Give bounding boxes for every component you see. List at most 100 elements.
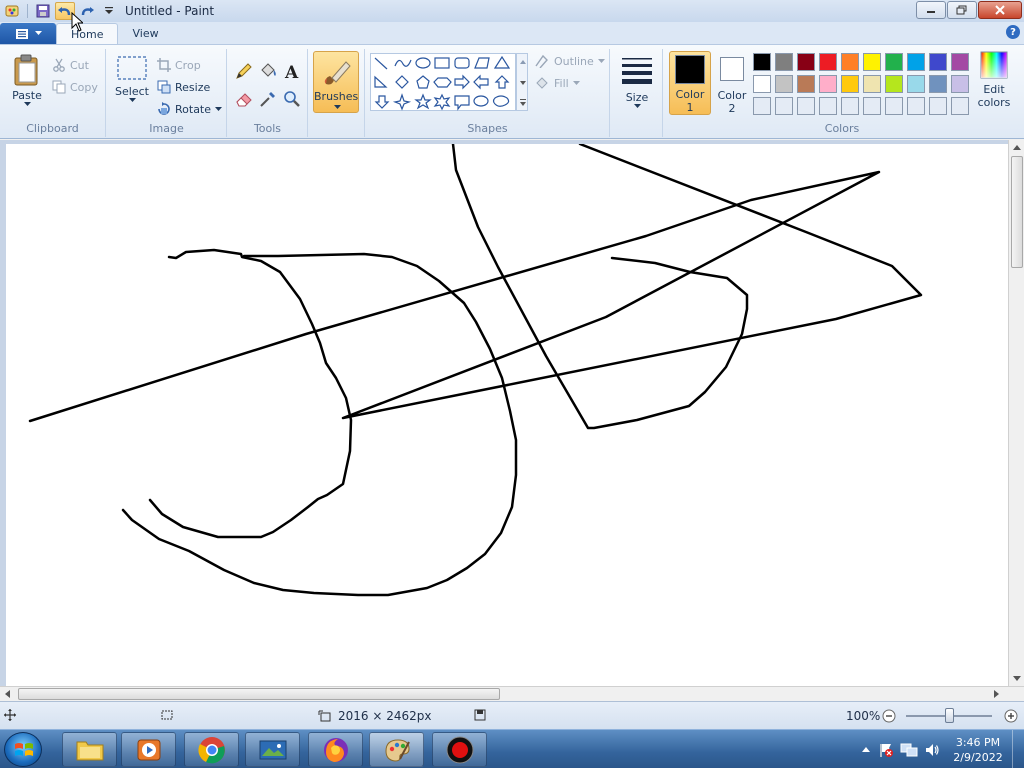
palette-color-orange[interactable] (841, 53, 859, 71)
color-palette (753, 53, 969, 115)
palette-color-indigo[interactable] (929, 53, 947, 71)
palette-custom-4[interactable] (819, 97, 837, 115)
color1-label: Color (675, 88, 705, 101)
cut-label: Cut (70, 58, 89, 72)
action-center-flag-icon[interactable] (878, 742, 894, 758)
taskbar-explorer[interactable] (62, 732, 117, 767)
text-tool-icon[interactable]: A (282, 61, 302, 81)
paste-button[interactable]: Paste (8, 53, 46, 107)
status-bar: 2016 × 2462px 100% (0, 701, 1024, 729)
drawing-canvas[interactable] (6, 144, 1008, 686)
show-desktop-button[interactable] (1012, 730, 1024, 768)
palette-color-gold[interactable] (841, 75, 859, 93)
show-hidden-icons-icon[interactable] (862, 746, 870, 754)
resize-button[interactable]: Resize (157, 77, 210, 97)
fill-button[interactable]: Fill (534, 73, 580, 93)
zoom-slider-thumb[interactable] (945, 708, 954, 723)
palette-custom-2[interactable] (775, 97, 793, 115)
zoom-out-icon[interactable] (882, 709, 896, 723)
paint-menu-button[interactable] (0, 23, 56, 44)
customize-qat-chevron-icon[interactable] (99, 2, 119, 20)
help-icon[interactable]: ? (1006, 25, 1020, 39)
qat-separator (27, 4, 28, 18)
palette-color-light-turquoise[interactable] (907, 75, 925, 93)
menu-icon (15, 28, 28, 39)
palette-custom-1[interactable] (753, 97, 771, 115)
palette-color-rose[interactable] (819, 75, 837, 93)
shapes-gallery-scroll[interactable] (516, 53, 528, 111)
palette-color-black[interactable] (753, 53, 771, 71)
palette-custom-3[interactable] (797, 97, 815, 115)
palette-custom-7[interactable] (885, 97, 903, 115)
outline-button[interactable]: Outline (534, 51, 605, 71)
system-clock[interactable]: 3:46 PM 2/9/2022 (948, 735, 1008, 765)
taskbar-chrome[interactable] (184, 732, 239, 767)
paint-app-icon[interactable] (2, 2, 22, 20)
volume-icon[interactable] (924, 742, 940, 758)
palette-color-light-yellow[interactable] (863, 75, 881, 93)
palette-custom-6[interactable] (863, 97, 881, 115)
palette-color-lime[interactable] (885, 75, 903, 93)
close-button[interactable] (978, 1, 1022, 19)
select-button[interactable]: Select (113, 55, 151, 103)
shapes-gallery[interactable] (370, 53, 516, 111)
zoom-level-text: 100% (846, 709, 881, 723)
save-icon[interactable] (33, 2, 53, 20)
vertical-scroll-thumb[interactable] (1011, 156, 1023, 268)
color-picker-icon[interactable] (258, 89, 278, 109)
tab-view[interactable]: View (118, 23, 172, 44)
palette-color-white[interactable] (753, 75, 771, 93)
palette-custom-9[interactable] (929, 97, 947, 115)
palette-color-dark-red[interactable] (797, 53, 815, 71)
minimize-button[interactable] (916, 1, 946, 19)
crop-button[interactable]: Crop (157, 55, 201, 75)
fill-bucket-icon[interactable] (258, 61, 278, 81)
edit-colors-label-line2: colors (977, 96, 1011, 109)
brushes-button[interactable]: Brushes (313, 51, 359, 113)
palette-color-gray[interactable] (775, 53, 793, 71)
copy-button[interactable]: Copy (52, 77, 98, 97)
eraser-icon[interactable] (234, 89, 254, 109)
network-icon[interactable] (900, 742, 918, 758)
magnifier-icon[interactable] (282, 89, 302, 109)
palette-color-turquoise[interactable] (907, 53, 925, 71)
horizontal-scroll-thumb[interactable] (18, 688, 500, 700)
palette-color-lavender[interactable] (951, 75, 969, 93)
tab-home[interactable]: Home (56, 23, 119, 44)
color2-button[interactable]: Color 2 (713, 51, 751, 115)
palette-color-blue-gray[interactable] (929, 75, 947, 93)
horizontal-scrollbar[interactable] (0, 686, 1024, 701)
edit-colors-button[interactable]: Edit colors (974, 51, 1014, 109)
scroll-down-arrow-icon[interactable] (1013, 676, 1021, 682)
taskbar-recorder[interactable] (432, 732, 487, 767)
zoom-in-icon[interactable] (1004, 709, 1018, 723)
rotate-button[interactable]: Rotate (157, 99, 223, 119)
palette-color-red[interactable] (819, 53, 837, 71)
size-button[interactable]: Size (619, 55, 655, 109)
taskbar-firefox[interactable] (308, 732, 363, 767)
taskbar-paint[interactable] (369, 732, 424, 767)
pencil-icon[interactable] (234, 61, 254, 81)
restore-button[interactable] (947, 1, 977, 19)
palette-custom-5[interactable] (841, 97, 859, 115)
tools-group-label: Tools (253, 122, 282, 135)
scroll-up-arrow-icon[interactable] (1013, 144, 1021, 150)
color1-button[interactable]: Color 1 (669, 51, 711, 115)
scroll-left-arrow-icon[interactable] (4, 690, 10, 698)
start-button[interactable] (4, 732, 42, 767)
taskbar-media-player[interactable] (121, 732, 176, 767)
palette-custom-8[interactable] (907, 97, 925, 115)
scroll-right-arrow-icon[interactable] (994, 690, 1000, 698)
cut-button[interactable]: Cut (52, 55, 89, 75)
taskbar-photo-viewer[interactable] (245, 732, 300, 767)
quick-access-toolbar (0, 0, 119, 22)
vertical-scrollbar[interactable] (1008, 140, 1024, 686)
palette-color-brown[interactable] (797, 75, 815, 93)
paste-icon (14, 54, 38, 86)
clock-date: 2/9/2022 (953, 750, 1003, 764)
palette-color-light-gray[interactable] (775, 75, 793, 93)
palette-custom-10[interactable] (951, 97, 969, 115)
palette-color-yellow[interactable] (863, 53, 881, 71)
palette-color-purple[interactable] (951, 53, 969, 71)
palette-color-green[interactable] (885, 53, 903, 71)
